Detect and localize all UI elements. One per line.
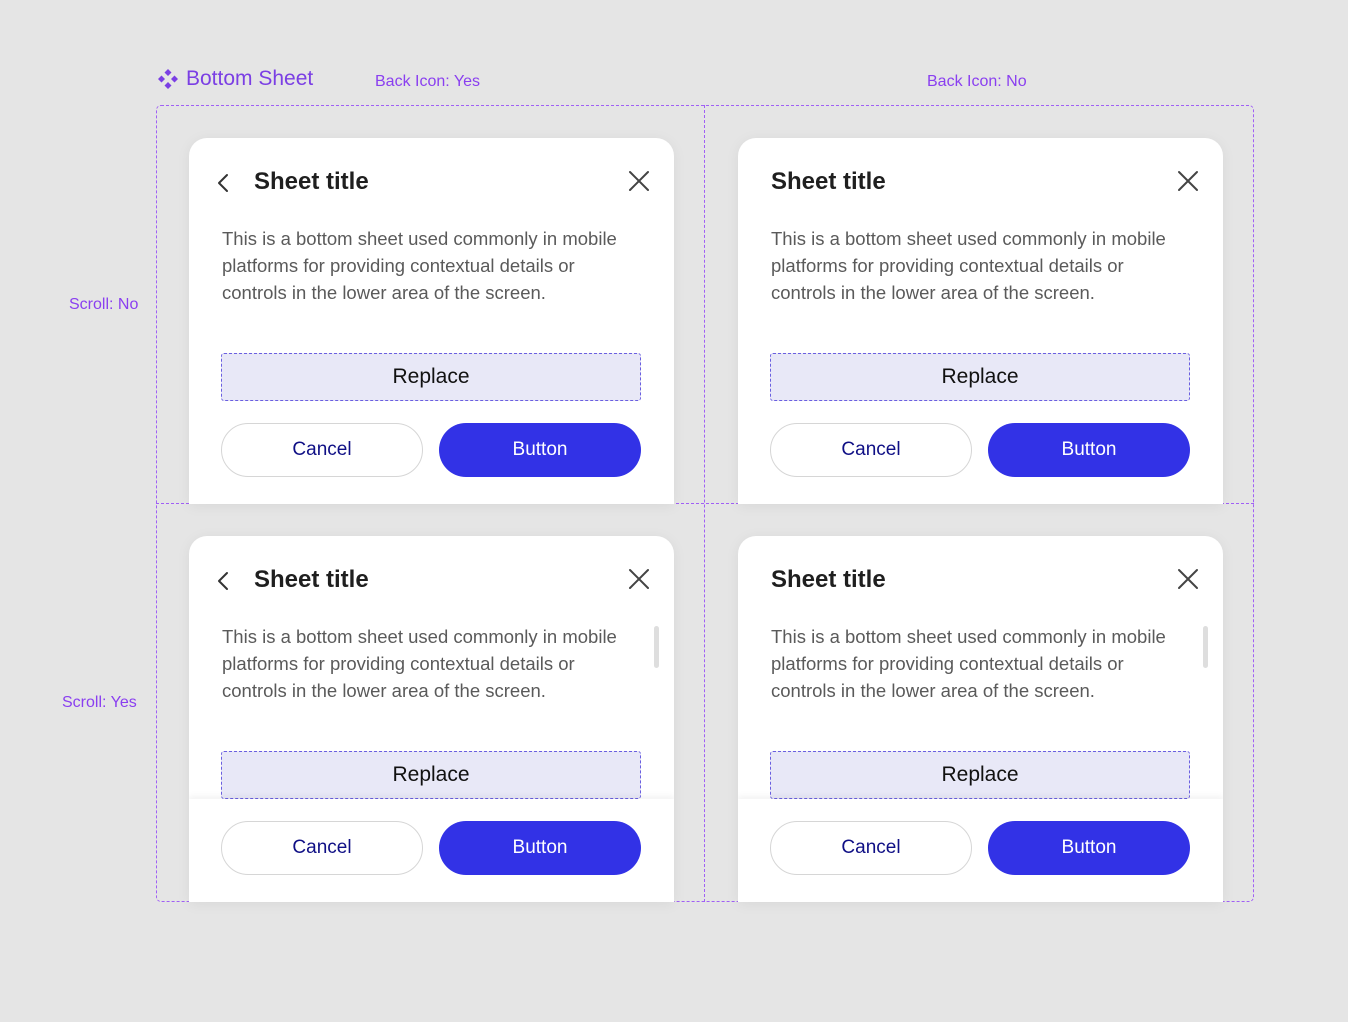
cancel-button[interactable]: Cancel [221,423,423,477]
bottom-sheet-back-yes-scroll-no: Sheet title This is a bottom sheet used … [189,138,674,504]
sheet-body-text: This is a bottom sheet used commonly in … [222,228,617,303]
sheet-header: Sheet title [189,166,674,198]
sheet-title: Sheet title [771,566,886,593]
cancel-button[interactable]: Cancel [770,423,972,477]
primary-button[interactable]: Button [439,821,641,875]
property-label-back-icon-no: Back Icon: No [927,73,1027,90]
primary-button[interactable]: Button [439,423,641,477]
sheet-header: Sheet title [189,564,674,596]
sheet-body-text: This is a bottom sheet used commonly in … [771,228,1166,303]
cancel-button[interactable]: Cancel [221,821,423,875]
content-slot-placeholder: Replace [770,751,1190,799]
chevron-left-icon[interactable] [213,172,235,194]
content-slot-placeholder: Replace [221,751,641,799]
property-label-scroll-no: Scroll: No [69,296,139,313]
component-set-name: Bottom Sheet [186,67,314,90]
sheet-footer: Cancel Button [189,401,674,504]
sheet-body-text: This is a bottom sheet used commonly in … [771,626,1166,701]
sheet-footer: Cancel Button [189,799,674,902]
sheet-footer: Cancel Button [738,799,1223,902]
scrollbar-thumb[interactable] [654,626,659,668]
scrollbar-thumb[interactable] [1203,626,1208,668]
component-diamond-icon [158,69,178,89]
sheet-header: Sheet title [738,564,1223,596]
bottom-sheet-back-no-scroll-yes: Sheet title This is a bottom sheet used … [738,536,1223,902]
sheet-title: Sheet title [771,168,886,195]
close-icon[interactable] [1175,168,1201,194]
property-label-back-icon-yes: Back Icon: Yes [375,73,480,90]
bottom-sheet-back-no-scroll-no: Sheet title This is a bottom sheet used … [738,138,1223,504]
sheet-header: Sheet title [738,166,1223,198]
primary-button[interactable]: Button [988,423,1190,477]
bottom-sheet-back-yes-scroll-yes: Sheet title This is a bottom sheet used … [189,536,674,902]
chevron-left-icon[interactable] [213,570,235,592]
primary-button[interactable]: Button [988,821,1190,875]
content-slot-placeholder: Replace [770,353,1190,401]
component-set-title: Bottom Sheet [156,64,313,94]
sheet-footer: Cancel Button [738,401,1223,504]
property-label-scroll-yes: Scroll: Yes [62,694,137,711]
sheet-title: Sheet title [254,168,369,195]
sheet-title: Sheet title [254,566,369,593]
close-icon[interactable] [1175,566,1201,592]
close-icon[interactable] [626,566,652,592]
sheet-body-text: This is a bottom sheet used commonly in … [222,626,617,701]
content-slot-placeholder: Replace [221,353,641,401]
close-icon[interactable] [626,168,652,194]
cancel-button[interactable]: Cancel [770,821,972,875]
